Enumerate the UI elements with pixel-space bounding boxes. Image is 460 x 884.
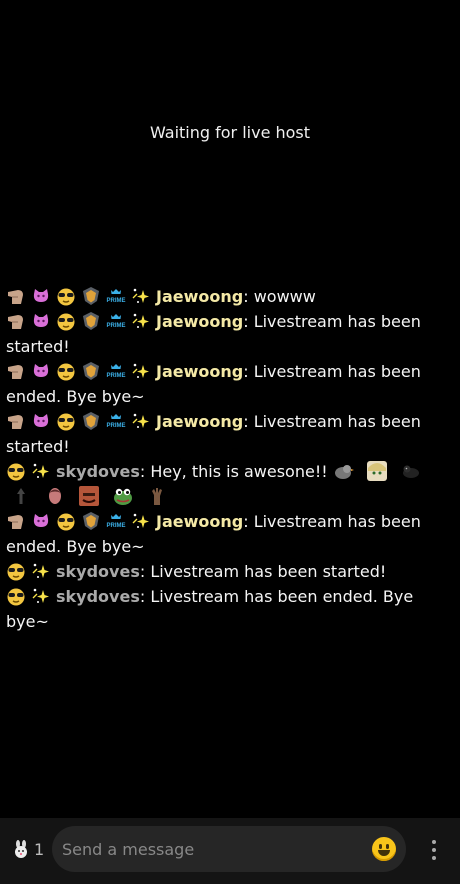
chat-username[interactable]: Jaewoong: [156, 362, 243, 381]
sunglasses-badge-icon: [6, 461, 26, 481]
prime-badge-icon: PRIME: [106, 361, 126, 381]
hand-badge-icon: [6, 511, 26, 531]
chat-message-text: : wowww: [243, 287, 316, 306]
sunglasses-badge-icon: [56, 311, 76, 331]
sparkle-badge-icon: [131, 511, 151, 531]
shield-badge-icon: [81, 511, 101, 531]
sparkle-badge-icon: [131, 411, 151, 431]
chat-username[interactable]: Jaewoong: [156, 287, 243, 306]
frog-emote-icon: [112, 485, 134, 507]
sparkle-badge-icon: [31, 461, 51, 481]
viewer-rabbit-icon: [15, 840, 27, 858]
shield-badge-icon: [81, 286, 101, 306]
hand-emote-icon: [146, 485, 168, 507]
sunglasses-badge-icon: [56, 286, 76, 306]
hand-badge-icon: [6, 361, 26, 381]
chat-username[interactable]: Jaewoong: [156, 512, 243, 531]
prime-badge-icon: PRIME: [106, 286, 126, 306]
arrow-emote-icon: [10, 485, 32, 507]
cat-badge-icon: [31, 411, 51, 431]
svg-text:PRIME: PRIME: [106, 423, 125, 429]
chat-message: skydoves: Livestream has been ended. Bye…: [6, 584, 452, 634]
chat-username[interactable]: Jaewoong: [156, 312, 243, 331]
shield-badge-icon: [81, 411, 101, 431]
hand-badge-icon: [6, 311, 26, 331]
sparkle-badge-icon: [31, 561, 51, 581]
cat-badge-icon: [31, 286, 51, 306]
chat-message: PRIME Jaewoong: Livestream has been ended…: [6, 359, 452, 409]
message-input[interactable]: Send a message: [52, 826, 406, 872]
message-placeholder: Send a message: [62, 840, 195, 859]
crow-emote-icon: [400, 460, 422, 482]
chat-message-text: : Hey, this is awesone!!: [139, 462, 328, 481]
video-player[interactable]: Waiting for live host: [0, 0, 460, 270]
chat-message-text: : Livestream has been started!: [139, 562, 387, 581]
hand-badge-icon: [6, 411, 26, 431]
svg-text:PRIME: PRIME: [106, 298, 125, 304]
chat-username[interactable]: skydoves: [56, 562, 140, 581]
sparkle-badge-icon: [31, 586, 51, 606]
svg-text:PRIME: PRIME: [106, 323, 125, 329]
sunglasses-badge-icon: [6, 561, 26, 581]
svg-text:PRIME: PRIME: [106, 523, 125, 529]
prime-badge-icon: PRIME: [106, 511, 126, 531]
viewer-count: 1: [34, 840, 45, 859]
emoji-picker-icon[interactable]: [372, 837, 396, 861]
bird-emote-icon: [332, 460, 354, 482]
anime-emote-icon: [366, 460, 388, 482]
shield-badge-icon: [81, 311, 101, 331]
sparkle-badge-icon: [131, 361, 151, 381]
svg-text:PRIME: PRIME: [106, 373, 125, 379]
cat-badge-icon: [31, 311, 51, 331]
chat-username[interactable]: skydoves: [56, 462, 140, 481]
prime-badge-icon: PRIME: [106, 311, 126, 331]
chat-message: skydoves: Hey, this is awesone!!: [6, 459, 452, 509]
chat-message: PRIME Jaewoong: Livestream has been start…: [6, 409, 452, 459]
sunglasses-badge-icon: [56, 411, 76, 431]
chat-message: skydoves: Livestream has been started!: [6, 559, 452, 584]
prime-badge-icon: PRIME: [106, 411, 126, 431]
head-emote-icon: [44, 485, 66, 507]
sparkle-badge-icon: [131, 311, 151, 331]
sunglasses-badge-icon: [56, 361, 76, 381]
hand-badge-icon: [6, 286, 26, 306]
chat-message: PRIME Jaewoong: wowww: [6, 284, 452, 309]
face-emote-icon: [78, 485, 100, 507]
shield-badge-icon: [81, 361, 101, 381]
sunglasses-badge-icon: [56, 511, 76, 531]
sunglasses-badge-icon: [6, 586, 26, 606]
chat-list[interactable]: PRIME Jaewoong: wowww PRIME Jaewoong: Lives…: [6, 284, 452, 634]
chat-message: PRIME Jaewoong: Livestream has been ended…: [6, 509, 452, 559]
more-options-icon[interactable]: [430, 840, 438, 862]
chat-username[interactable]: skydoves: [56, 587, 140, 606]
chat-input-bar: 1 Send a message: [0, 818, 460, 884]
sparkle-badge-icon: [131, 286, 151, 306]
stream-status-text: Waiting for live host: [149, 123, 311, 142]
chat-username[interactable]: Jaewoong: [156, 412, 243, 431]
chat-message: PRIME Jaewoong: Livestream has been start…: [6, 309, 452, 359]
cat-badge-icon: [31, 511, 51, 531]
cat-badge-icon: [31, 361, 51, 381]
